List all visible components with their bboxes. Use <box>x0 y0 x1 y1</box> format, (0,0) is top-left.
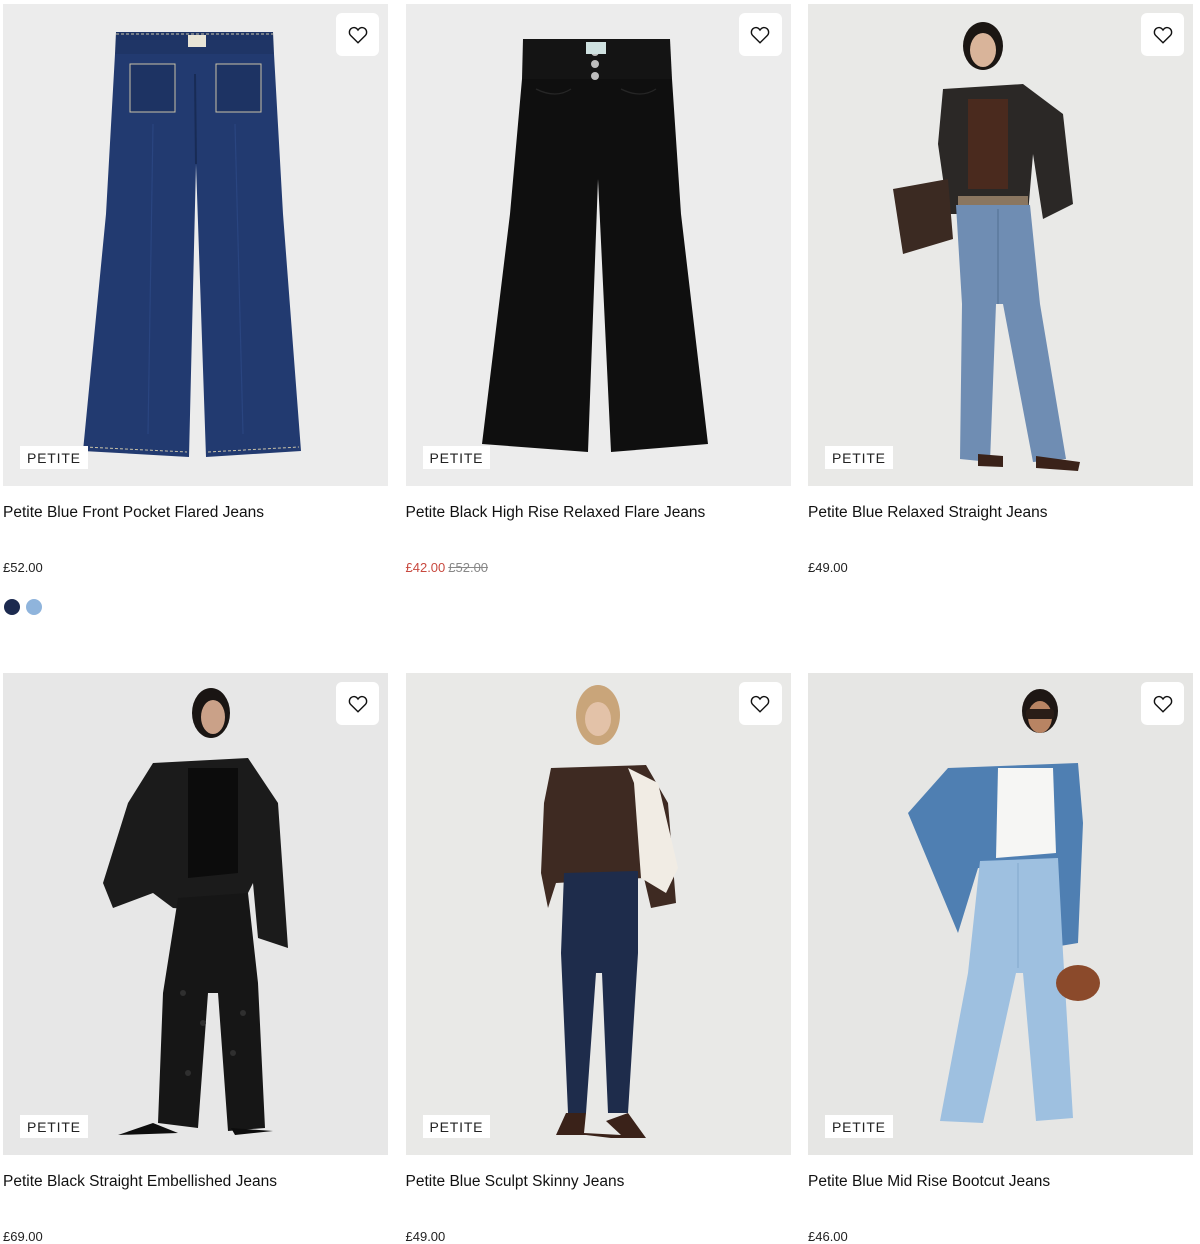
heart-icon <box>1153 695 1172 713</box>
current-price: £69.00 <box>3 1229 43 1244</box>
model-black-embellished-jeans-image <box>3 673 388 1155</box>
product-card[interactable]: PETITE Petite Blue Front Pocket Flared J… <box>3 4 388 673</box>
price: £46.00 <box>808 1229 848 1244</box>
heart-icon <box>1153 26 1172 44</box>
swatch-navy[interactable] <box>4 599 20 615</box>
product-image[interactable]: PETITE <box>3 4 388 486</box>
wishlist-button[interactable] <box>1141 13 1184 56</box>
current-price: £49.00 <box>405 1229 446 1244</box>
price: £49.00 <box>406 1229 446 1244</box>
model-blue-straight-jeans-image <box>808 4 1193 486</box>
wishlist-button[interactable] <box>738 682 782 725</box>
product-image[interactable]: PETITE <box>405 673 791 1155</box>
current-price: £46.00 <box>808 1229 848 1244</box>
petite-badge: PETITE <box>825 1115 893 1138</box>
product-image[interactable]: PETITE <box>808 4 1193 486</box>
swatch-light-blue[interactable] <box>26 599 42 615</box>
petite-badge: PETITE <box>422 1115 491 1138</box>
wishlist-button[interactable] <box>336 682 379 725</box>
price: £52.00 <box>3 560 43 575</box>
petite-badge: PETITE <box>825 446 893 469</box>
current-price: £52.00 <box>3 560 43 575</box>
product-card[interactable]: PETITE Petite Black High Rise Relaxed Fl… <box>405 4 791 673</box>
heart-icon <box>750 26 770 44</box>
black-flare-jeans-image <box>405 4 791 486</box>
product-card[interactable]: PETITE Petite Blue Mid Rise Bootcut Jean… <box>808 673 1193 1244</box>
product-title[interactable]: Petite Blue Mid Rise Bootcut Jeans <box>808 1173 1050 1191</box>
model-blue-bootcut-jeans-image <box>808 673 1193 1155</box>
petite-badge: PETITE <box>20 1115 88 1138</box>
heart-icon <box>348 695 367 713</box>
product-image[interactable]: PETITE <box>405 4 791 486</box>
price: £42.00 £52.00 <box>406 560 489 575</box>
color-swatches <box>4 599 42 615</box>
sale-price: £42.00 <box>405 560 446 575</box>
product-card[interactable]: PETITE Petite Blue Sculpt Skinny Jeans £… <box>405 673 791 1244</box>
product-image[interactable]: PETITE <box>808 673 1193 1155</box>
wishlist-button[interactable] <box>1141 682 1184 725</box>
product-title[interactable]: Petite Black Straight Embellished Jeans <box>3 1173 277 1191</box>
wishlist-button[interactable] <box>336 13 379 56</box>
was-price: £52.00 <box>448 560 489 575</box>
price: £69.00 <box>3 1229 43 1244</box>
heart-icon <box>348 26 367 44</box>
heart-icon <box>750 695 770 713</box>
product-title[interactable]: Petite Blue Sculpt Skinny Jeans <box>406 1173 625 1191</box>
product-image[interactable]: PETITE <box>3 673 388 1155</box>
wishlist-button[interactable] <box>738 13 782 56</box>
product-title[interactable]: Petite Black High Rise Relaxed Flare Jea… <box>406 504 706 522</box>
petite-badge: PETITE <box>422 446 491 469</box>
product-card[interactable]: PETITE Petite Blue Relaxed Straight Jean… <box>808 4 1193 673</box>
product-title[interactable]: Petite Blue Front Pocket Flared Jeans <box>3 504 264 522</box>
model-blue-skinny-jeans-image <box>405 673 791 1155</box>
current-price: £49.00 <box>808 560 848 575</box>
price: £49.00 <box>808 560 848 575</box>
blue-flared-jeans-image <box>3 4 388 486</box>
product-title[interactable]: Petite Blue Relaxed Straight Jeans <box>808 504 1048 522</box>
product-card[interactable]: PETITE Petite Black Straight Embellished… <box>3 673 388 1244</box>
product-grid: PETITE Petite Blue Front Pocket Flared J… <box>3 4 1193 1244</box>
petite-badge: PETITE <box>20 446 88 469</box>
